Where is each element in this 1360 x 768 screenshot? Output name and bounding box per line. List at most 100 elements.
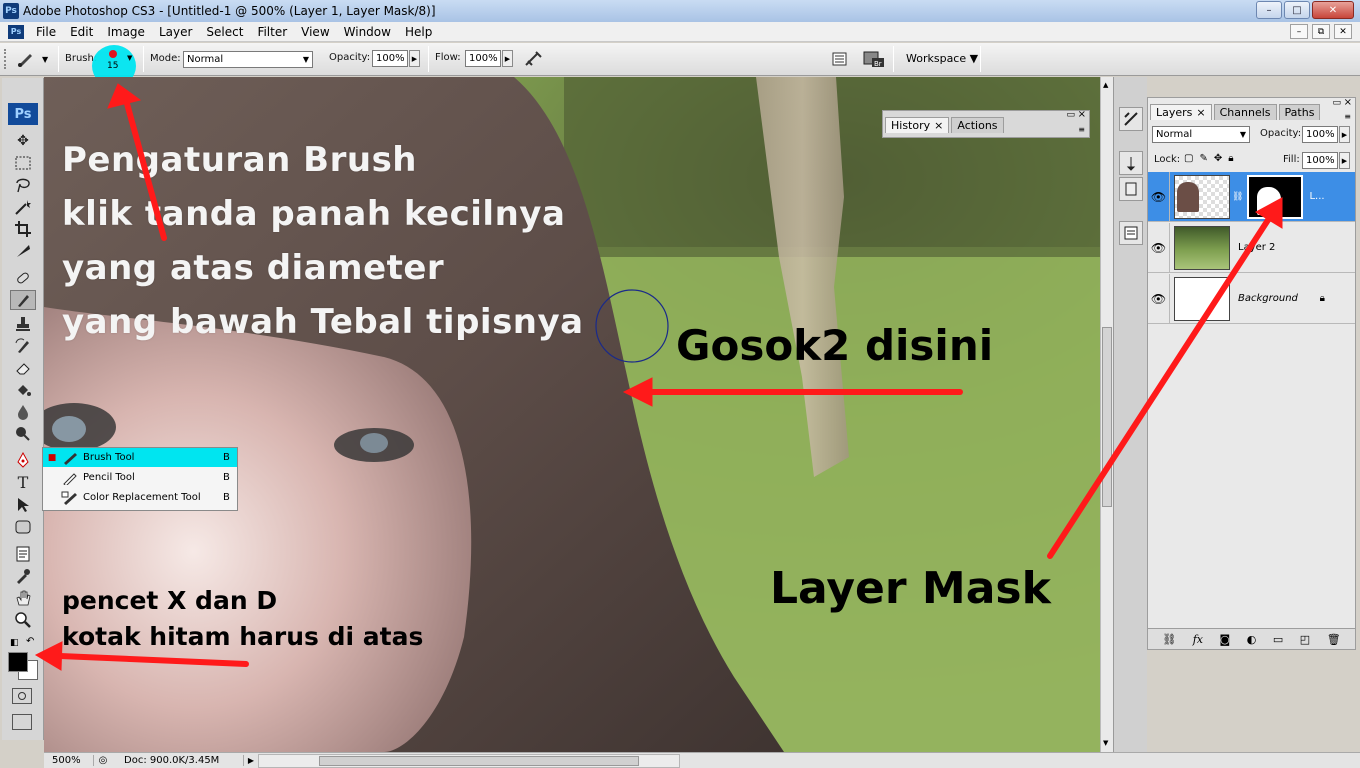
scroll-thumb[interactable] <box>1102 327 1112 507</box>
crop-tool-icon[interactable] <box>10 219 36 239</box>
menu-edit[interactable]: Edit <box>64 25 101 39</box>
horizontal-scrollbar[interactable] <box>258 753 680 768</box>
magic-wand-icon[interactable] <box>10 197 36 217</box>
menu-file[interactable]: File <box>30 25 64 39</box>
quick-mask-button[interactable] <box>12 688 32 704</box>
layer-opacity-slider-button[interactable]: ▶ <box>1339 126 1350 143</box>
marquee-tool-icon[interactable] <box>10 153 36 173</box>
doc-close-button[interactable]: ✕ <box>1334 24 1352 39</box>
menu-window[interactable]: Window <box>338 25 399 39</box>
menu-filter[interactable]: Filter <box>251 25 295 39</box>
close-button[interactable]: ✕ <box>1312 1 1354 19</box>
shape-tool-icon[interactable] <box>10 517 36 537</box>
default-colors-icon[interactable]: ◧ <box>10 638 19 648</box>
visibility-eye-icon[interactable]: 👁︎ <box>1148 172 1170 221</box>
tab-layers[interactable]: Layers × <box>1150 104 1212 120</box>
doc-restore-button[interactable]: ⧉ <box>1312 24 1330 39</box>
link-icon[interactable]: ⛓ <box>1162 633 1176 646</box>
move-tool-icon[interactable]: ✥ <box>10 131 36 151</box>
doc-minimize-button[interactable]: – <box>1290 24 1308 39</box>
healing-brush-icon[interactable] <box>10 268 36 288</box>
scroll-down-icon[interactable]: ▼ <box>1103 739 1108 747</box>
status-menu-arrow-icon[interactable]: ▶ <box>244 756 258 765</box>
layer-row-layer2[interactable]: 👁︎ Layer 2 <box>1148 223 1355 273</box>
fill-input[interactable]: 100% <box>1302 152 1338 169</box>
menu-help[interactable]: Help <box>399 25 440 39</box>
vertical-scrollbar[interactable]: ▲ ▼ <box>1100 77 1113 752</box>
layer-row-layer1[interactable]: 👁︎ ⛓ L... <box>1148 172 1355 222</box>
document-icon[interactable]: Ps <box>8 24 24 39</box>
path-selection-icon[interactable] <box>10 495 36 515</box>
document-canvas[interactable]: Pengaturan Brush klik tanda panah keciln… <box>44 77 1100 752</box>
minimize-button[interactable]: – <box>1256 1 1282 19</box>
panel-close-icon[interactable]: × <box>1344 97 1352 108</box>
adjustment-icon[interactable]: ◐ <box>1247 633 1257 646</box>
clone-stamp-icon[interactable] <box>10 314 36 334</box>
maximize-button[interactable]: □ <box>1284 1 1310 19</box>
brushes-panel-button[interactable] <box>1119 151 1143 175</box>
opacity-input[interactable]: 100% <box>372 50 408 67</box>
lasso-tool-icon[interactable] <box>10 175 36 195</box>
foreground-color-swatch[interactable] <box>8 652 28 672</box>
bridge-button[interactable]: Br <box>862 48 888 70</box>
panel-minimize-icon[interactable]: ▭ <box>1332 98 1341 108</box>
visibility-eye-icon[interactable]: 👁︎ <box>1148 223 1170 272</box>
opacity-slider-button[interactable]: ▶ <box>409 50 420 67</box>
eyedropper-icon[interactable] <box>10 566 36 586</box>
panel-menu-icon[interactable]: ≡ <box>1344 112 1351 121</box>
flyout-pencil-tool[interactable]: Pencil Tool B <box>43 468 237 487</box>
clone-source-panel-button[interactable] <box>1119 177 1143 201</box>
flyout-brush-tool[interactable]: ■ Brush Tool B <box>43 448 237 467</box>
mask-link-icon[interactable]: ⛓ <box>1232 192 1243 202</box>
info-panel-button[interactable] <box>1119 221 1143 245</box>
pen-tool-icon[interactable] <box>10 450 36 470</box>
screen-mode-button[interactable] <box>12 714 32 730</box>
menu-layer[interactable]: Layer <box>153 25 200 39</box>
folder-icon[interactable]: ▭ <box>1273 633 1283 646</box>
zoom-level[interactable]: 500% <box>44 755 94 766</box>
history-brush-icon[interactable] <box>10 336 36 356</box>
options-grip[interactable] <box>4 49 12 69</box>
panel-minimize-icon[interactable]: ▭ <box>1066 110 1075 120</box>
eraser-icon[interactable] <box>10 358 36 378</box>
flow-slider-button[interactable]: ▶ <box>502 50 513 67</box>
close-icon[interactable]: × <box>934 119 943 132</box>
swap-colors-icon[interactable]: ↶ <box>26 636 34 647</box>
paint-bucket-icon[interactable] <box>10 380 36 400</box>
tab-channels[interactable]: Channels <box>1213 104 1277 120</box>
mode-select[interactable]: Normal ▼ <box>183 51 313 68</box>
palette-well-button[interactable] <box>830 50 850 68</box>
scroll-up-icon[interactable]: ▲ <box>1103 81 1108 89</box>
panel-menu-icon[interactable]: ≡ <box>1078 125 1085 134</box>
flow-input[interactable]: 100% <box>465 50 501 67</box>
type-tool-icon[interactable]: T <box>10 472 36 492</box>
layer-opacity-input[interactable]: 100% <box>1302 126 1338 143</box>
airbrush-button[interactable] <box>522 49 546 69</box>
blend-mode-select[interactable]: Normal ▼ <box>1152 126 1250 143</box>
status-options-icon[interactable]: ◎ <box>94 755 112 766</box>
brush-tool-icon[interactable] <box>10 290 36 310</box>
trash-icon[interactable]: 🗑︎ <box>1327 633 1341 646</box>
notes-tool-icon[interactable] <box>10 544 36 564</box>
lock-image-icon[interactable]: ✎ <box>1199 153 1207 164</box>
slice-tool-icon[interactable] <box>10 241 36 261</box>
brush-picker-arrow-icon[interactable]: ▼ <box>127 54 132 62</box>
lock-transparent-icon[interactable]: ▢ <box>1184 153 1193 164</box>
flyout-color-replacement-tool[interactable]: Color Replacement Tool B <box>43 488 237 507</box>
layer-mask-thumbnail[interactable] <box>1247 174 1304 219</box>
tool-preset-picker[interactable]: ▼ <box>16 49 52 69</box>
navigator-panel-button[interactable] <box>1119 107 1143 131</box>
fill-slider-button[interactable]: ▶ <box>1339 152 1350 169</box>
visibility-eye-icon[interactable]: 👁︎ <box>1148 274 1170 323</box>
layer-row-background[interactable]: 👁︎ Background 🔒︎ <box>1148 274 1355 324</box>
tab-history[interactable]: History × <box>885 117 950 133</box>
brush-picker[interactable]: 15 ▼ <box>100 48 132 74</box>
panel-close-icon[interactable]: × <box>1078 109 1086 120</box>
menu-select[interactable]: Select <box>200 25 251 39</box>
tab-actions[interactable]: Actions <box>951 117 1004 133</box>
dodge-tool-icon[interactable] <box>10 424 36 444</box>
lock-all-icon[interactable]: 🔒︎ <box>1228 153 1233 164</box>
workspace-menu[interactable]: Workspace ▼ <box>906 52 978 65</box>
new-layer-icon[interactable]: ◰ <box>1300 633 1310 646</box>
mask-icon[interactable]: ◙ <box>1220 633 1231 646</box>
